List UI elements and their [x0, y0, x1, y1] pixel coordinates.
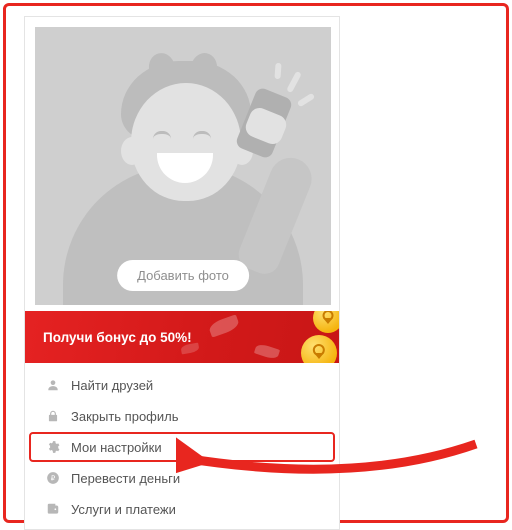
avatar-placeholder: Добавить фото [35, 27, 331, 305]
profile-sidebar: Добавить фото Получи бонус до 50%! Найти… [24, 16, 340, 530]
menu-item-my-settings[interactable]: Мои настройки [29, 432, 335, 462]
add-photo-button[interactable]: Добавить фото [117, 260, 249, 291]
menu-item-transfer-money[interactable]: ₽ Перевести деньги [29, 463, 335, 493]
menu-item-label: Услуги и платежи [71, 502, 176, 517]
profile-menu: Найти друзей Закрыть профиль Мои настрой… [25, 363, 339, 529]
menu-item-close-profile[interactable]: Закрыть профиль [29, 401, 335, 431]
menu-item-label: Перевести деньги [71, 471, 180, 486]
ruble-icon: ₽ [45, 470, 61, 486]
menu-item-services-payments[interactable]: Услуги и платежи [29, 494, 335, 524]
decoration [254, 343, 280, 361]
menu-item-label: Найти друзей [71, 378, 153, 393]
avatar-section: Добавить фото [25, 17, 339, 311]
menu-item-label: Мои настройки [71, 440, 162, 455]
bonus-banner[interactable]: Получи бонус до 50%! [25, 311, 339, 363]
coin-icon [313, 311, 339, 333]
gear-icon [45, 439, 61, 455]
wallet-icon [45, 501, 61, 517]
svg-text:₽: ₽ [51, 474, 56, 482]
coin-icon [301, 335, 337, 363]
lock-icon [45, 408, 61, 424]
bonus-text: Получи бонус до 50%! [43, 330, 192, 345]
decoration [208, 314, 241, 337]
screenshot-frame: Добавить фото Получи бонус до 50%! Найти… [3, 3, 509, 523]
person-icon [45, 377, 61, 393]
menu-item-label: Закрыть профиль [71, 409, 179, 424]
menu-item-find-friends[interactable]: Найти друзей [29, 370, 335, 400]
